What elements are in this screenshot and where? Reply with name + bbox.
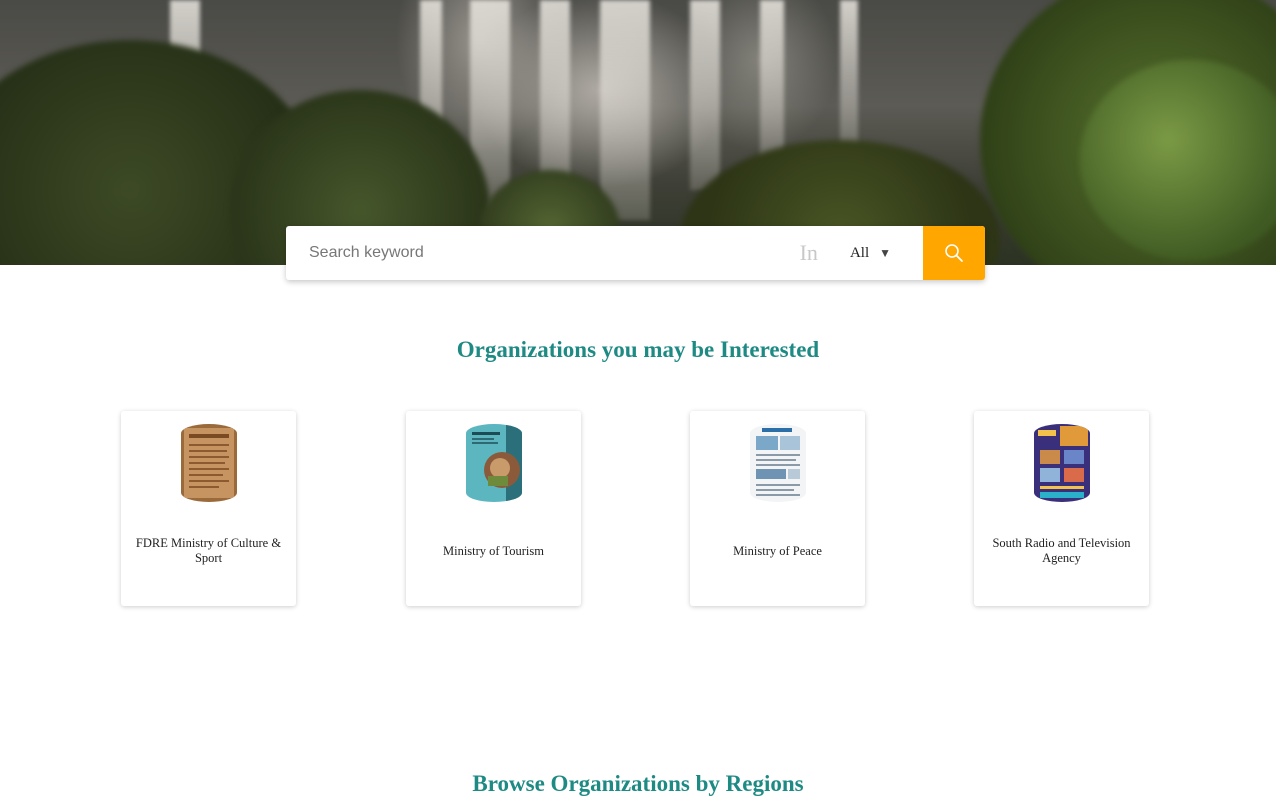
search-button[interactable] (923, 226, 985, 280)
organization-thumbnail (466, 424, 522, 502)
search-input[interactable] (286, 226, 800, 280)
section-title-interested: Organizations you may be Interested (456, 337, 820, 362)
organization-name: South Radio and Television Agency (992, 536, 1131, 565)
search-bar: In All ▼ (286, 226, 985, 280)
search-icon (945, 244, 963, 262)
organization-thumbnail (1034, 424, 1090, 502)
organization-thumbnail (750, 424, 806, 502)
page: In All ▼ Organizations you may be Intere… (0, 0, 1280, 800)
organization-card[interactable]: Ministry of Peace (690, 411, 865, 606)
organization-card[interactable]: FDRE Ministry of Culture & Sport (121, 411, 296, 606)
organization-name: Ministry of Peace (733, 543, 822, 558)
organization-thumbnail (181, 424, 237, 502)
organization-card[interactable]: Ministry of Tourism (406, 411, 581, 606)
organization-name: FDRE Ministry of Culture & Sport (135, 536, 282, 565)
search-scope-value: All (849, 244, 870, 261)
search-in-label: In (799, 240, 818, 265)
caret-down-icon: ▼ (879, 245, 891, 260)
section-title-regions: Browse Organizations by Regions (472, 771, 804, 796)
organization-card[interactable]: South Radio and Television Agency (974, 411, 1149, 606)
organization-name: Ministry of Tourism (443, 543, 544, 558)
search-scope-select[interactable]: All ▼ (850, 245, 891, 262)
